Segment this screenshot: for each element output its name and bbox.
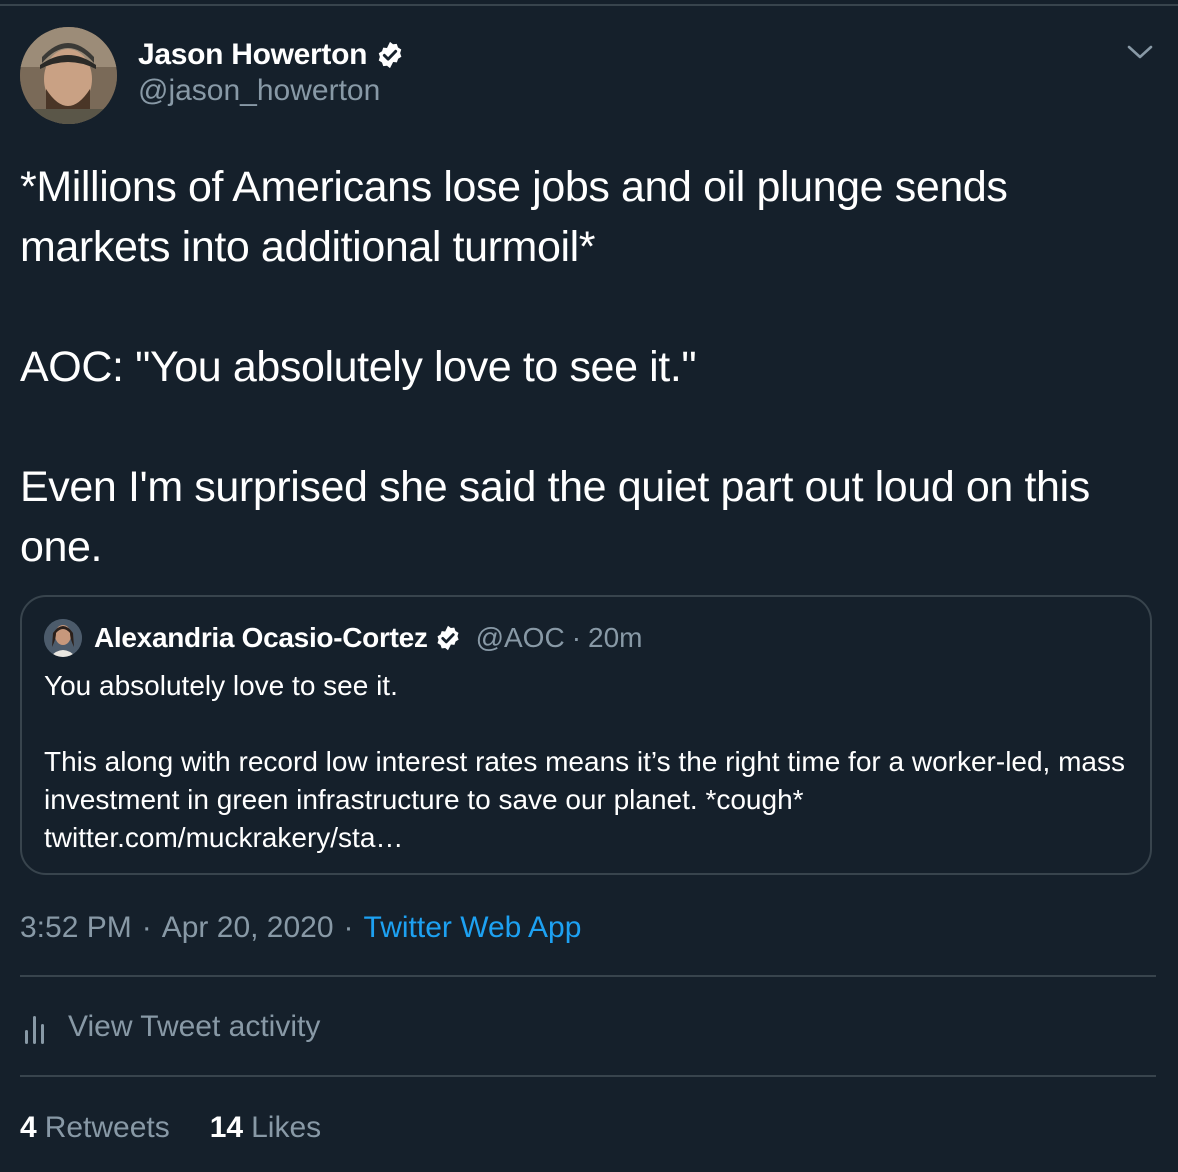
verified-badge-icon (434, 624, 462, 652)
tweet-meta: 3:52 PM · Apr 20, 2020 · Twitter Web App (20, 906, 581, 950)
tweet-time[interactable]: 3:52 PM (20, 911, 132, 945)
tweet-text-line: Even I'm surprised she said the quiet pa… (20, 463, 1090, 571)
quoted-author-handle[interactable]: @AOC (476, 622, 565, 654)
retweets-stat[interactable]: 4 Retweets (20, 1111, 170, 1145)
quoted-author-avatar[interactable] (44, 619, 82, 657)
tweet-date[interactable]: Apr 20, 2020 (162, 911, 334, 945)
view-tweet-activity-button[interactable]: View Tweet activity (20, 1005, 320, 1049)
tweet-text-line: AOC: "You absolutely love to see it." (20, 343, 697, 391)
tweet-source-link[interactable]: Twitter Web App (364, 911, 582, 945)
author-handle[interactable]: @jason_howerton (138, 74, 380, 108)
author-name-row[interactable]: Jason Howerton (138, 35, 405, 75)
separator-dot: · (343, 911, 354, 944)
likes-label: Likes (251, 1111, 322, 1144)
chevron-down-icon[interactable] (1124, 38, 1156, 66)
quoted-tweet-card[interactable]: Alexandria Ocasio-Cortez @AOC · 20m You … (20, 595, 1152, 875)
quoted-author-name[interactable]: Alexandria Ocasio-Cortez (94, 622, 428, 654)
tweet-text-line: *Millions of Americans lose jobs and oil… (20, 163, 1008, 271)
retweets-label: Retweets (44, 1111, 170, 1144)
bar-chart-icon (20, 1010, 50, 1044)
separator-dot: · (571, 622, 582, 653)
separator-dot: · (141, 911, 152, 944)
tweet-text: *Millions of Americans lose jobs and oil… (20, 157, 1160, 577)
quoted-author-avatar-image (44, 619, 82, 657)
quoted-tweet-text: You absolutely love to see it. This alon… (44, 667, 1134, 857)
likes-count: 14 (209, 1111, 244, 1144)
tweet-stats: 4 Retweets 14 Likes (20, 1106, 361, 1150)
quoted-tweet-time[interactable]: 20m (588, 622, 642, 654)
author-avatar[interactable] (20, 27, 117, 124)
quoted-tweet-line: This along with record low interest rate… (44, 746, 1126, 853)
author-name[interactable]: Jason Howerton (138, 38, 367, 72)
author-avatar-image (20, 27, 117, 124)
top-divider (0, 4, 1178, 6)
divider (20, 975, 1156, 977)
retweets-count: 4 (20, 1111, 37, 1144)
view-tweet-activity-label: View Tweet activity (68, 1010, 321, 1043)
quoted-tweet-line: You absolutely love to see it. (44, 670, 398, 701)
likes-stat[interactable]: 14 Likes (210, 1111, 321, 1145)
verified-badge-icon (375, 40, 405, 70)
divider (20, 1075, 1156, 1077)
quoted-tweet-header: Alexandria Ocasio-Cortez @AOC · 20m (94, 619, 642, 657)
